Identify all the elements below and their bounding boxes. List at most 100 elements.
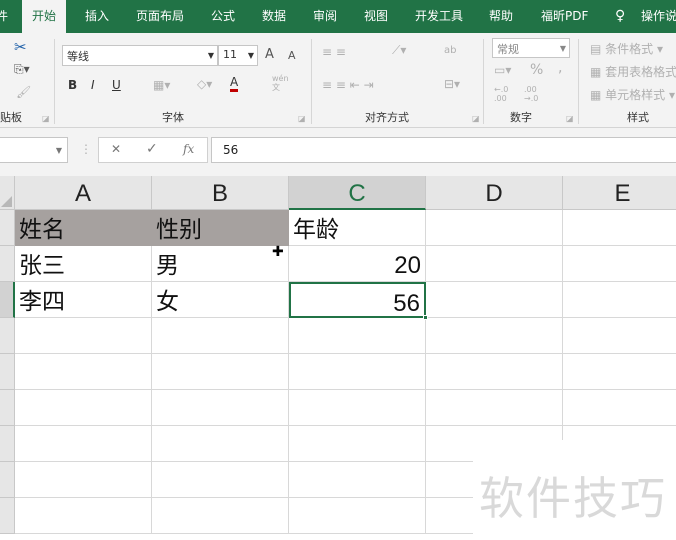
row-header[interactable] (0, 426, 15, 462)
tab-foxit-pdf[interactable]: 福昕PDF (541, 0, 588, 33)
row-header[interactable] (0, 498, 15, 534)
cell[interactable] (426, 318, 563, 354)
cell[interactable] (563, 318, 676, 354)
align-left-icon[interactable]: ≡ ≡ ⇤ ⇥ (322, 78, 374, 92)
percent-button[interactable]: % (530, 62, 543, 78)
name-box[interactable]: ▼ (0, 137, 68, 163)
cell[interactable] (426, 390, 563, 426)
cell[interactable] (289, 354, 426, 390)
cell[interactable] (152, 498, 289, 534)
insert-function-icon[interactable]: fx (183, 142, 194, 156)
fill-color-icon[interactable]: ◇▾ (197, 77, 212, 91)
row-header[interactable] (0, 318, 15, 354)
cell[interactable] (289, 318, 426, 354)
cell[interactable] (15, 318, 152, 354)
tab-data[interactable]: 数据 (262, 0, 286, 33)
copy-icon[interactable]: ⎘▾ (14, 62, 30, 77)
row-header[interactable] (0, 210, 15, 246)
conditional-formatting-button[interactable]: ▤ 条件格式 ▾ (590, 40, 663, 57)
row-header[interactable] (0, 282, 15, 318)
merge-center-icon[interactable]: ⊟▾ (444, 77, 460, 91)
orientation-icon[interactable]: ⟋▾ (392, 43, 406, 58)
formula-input[interactable]: 56 (211, 137, 676, 163)
cell[interactable] (426, 354, 563, 390)
decrease-font-size-icon[interactable]: A (288, 49, 296, 62)
underline-button[interactable]: U (112, 78, 121, 92)
cell[interactable] (15, 390, 152, 426)
cell[interactable] (289, 498, 426, 534)
cell[interactable] (15, 426, 152, 462)
cell[interactable] (563, 246, 676, 282)
cell[interactable]: 李四 (15, 282, 152, 318)
cell[interactable] (152, 354, 289, 390)
cell[interactable] (289, 426, 426, 462)
tab-home[interactable]: 开始 (22, 0, 67, 35)
cell[interactable] (15, 498, 152, 534)
cell[interactable] (289, 390, 426, 426)
font-name-select[interactable]: 等线 ▼ (62, 45, 218, 66)
tab-view[interactable]: 视图 (364, 0, 388, 33)
wrap-text-icon[interactable]: ab (444, 45, 456, 56)
italic-button[interactable]: I (91, 78, 95, 92)
borders-icon[interactable]: ▦▾ (153, 78, 170, 92)
cell[interactable] (426, 282, 563, 318)
cell[interactable] (563, 210, 676, 246)
decrease-decimal-button[interactable]: .00 →.0 (524, 85, 550, 103)
cancel-icon[interactable]: ✕ (111, 142, 121, 156)
cell[interactable] (563, 282, 676, 318)
enter-icon[interactable]: ✓ (146, 141, 158, 157)
cell[interactable]: 男 (152, 246, 289, 282)
select-all-button[interactable] (0, 176, 15, 210)
cell[interactable] (563, 390, 676, 426)
tab-page-layout[interactable]: 页面布局 (136, 0, 184, 33)
cell[interactable] (15, 354, 152, 390)
cell[interactable] (152, 462, 289, 498)
active-cell[interactable]: 56 (289, 282, 426, 318)
drag-handle-icon[interactable]: ⋮ (80, 142, 92, 156)
row-header[interactable] (0, 354, 15, 390)
dialog-launcher-icon[interactable]: ◪ (566, 114, 574, 123)
cell[interactable]: 女 (152, 282, 289, 318)
cell[interactable] (152, 318, 289, 354)
column-header-a[interactable]: A (15, 176, 152, 210)
cell[interactable]: 张三 (15, 246, 152, 282)
cell[interactable] (426, 246, 563, 282)
align-top-icon[interactable]: ≡ ≡ (322, 45, 346, 59)
increase-decimal-button[interactable]: ←.0 .00 (494, 85, 520, 103)
cut-icon[interactable]: ✂ (14, 38, 27, 56)
increase-font-size-icon[interactable]: A (265, 47, 274, 62)
cell[interactable]: 性别 (152, 210, 289, 246)
cell[interactable] (426, 210, 563, 246)
dialog-launcher-icon[interactable]: ◪ (42, 114, 50, 123)
lightbulb-icon[interactable]: ♀ (615, 0, 625, 33)
dialog-launcher-icon[interactable]: ◪ (472, 114, 480, 123)
cell[interactable]: 20 (289, 246, 426, 282)
tab-review[interactable]: 审阅 (313, 0, 337, 33)
dialog-launcher-icon[interactable]: ◪ (298, 114, 306, 123)
cell[interactable]: 姓名 (15, 210, 152, 246)
currency-icon[interactable]: ▭▾ (494, 63, 511, 77)
bold-button[interactable]: B (68, 78, 77, 92)
column-header-e[interactable]: E (563, 176, 676, 210)
tab-file[interactable]: 件 (0, 0, 8, 33)
column-header-d[interactable]: D (426, 176, 563, 210)
cell-styles-button[interactable]: ▦ 单元格样式 ▾ (590, 86, 675, 103)
tab-developer[interactable]: 开发工具 (415, 0, 463, 33)
comma-button[interactable]: , (558, 60, 562, 76)
cell[interactable] (15, 462, 152, 498)
phonetic-icon[interactable]: wén 文 (272, 74, 289, 92)
cell[interactable] (563, 354, 676, 390)
tab-help[interactable]: 帮助 (489, 0, 513, 33)
tab-insert[interactable]: 插入 (85, 0, 109, 33)
cell[interactable] (152, 390, 289, 426)
row-header[interactable] (0, 462, 15, 498)
fill-handle[interactable] (423, 315, 428, 320)
row-header[interactable] (0, 246, 15, 282)
number-format-select[interactable]: 常规 ▼ (492, 38, 570, 58)
row-header[interactable] (0, 390, 15, 426)
format-painter-icon[interactable]: 🖌 (16, 85, 31, 99)
tell-me-search[interactable]: 操作说 (641, 0, 676, 33)
cell[interactable]: 年龄 (289, 210, 426, 246)
font-color-icon[interactable]: A (230, 76, 239, 92)
font-size-select[interactable]: 11 ▼ (218, 45, 258, 66)
